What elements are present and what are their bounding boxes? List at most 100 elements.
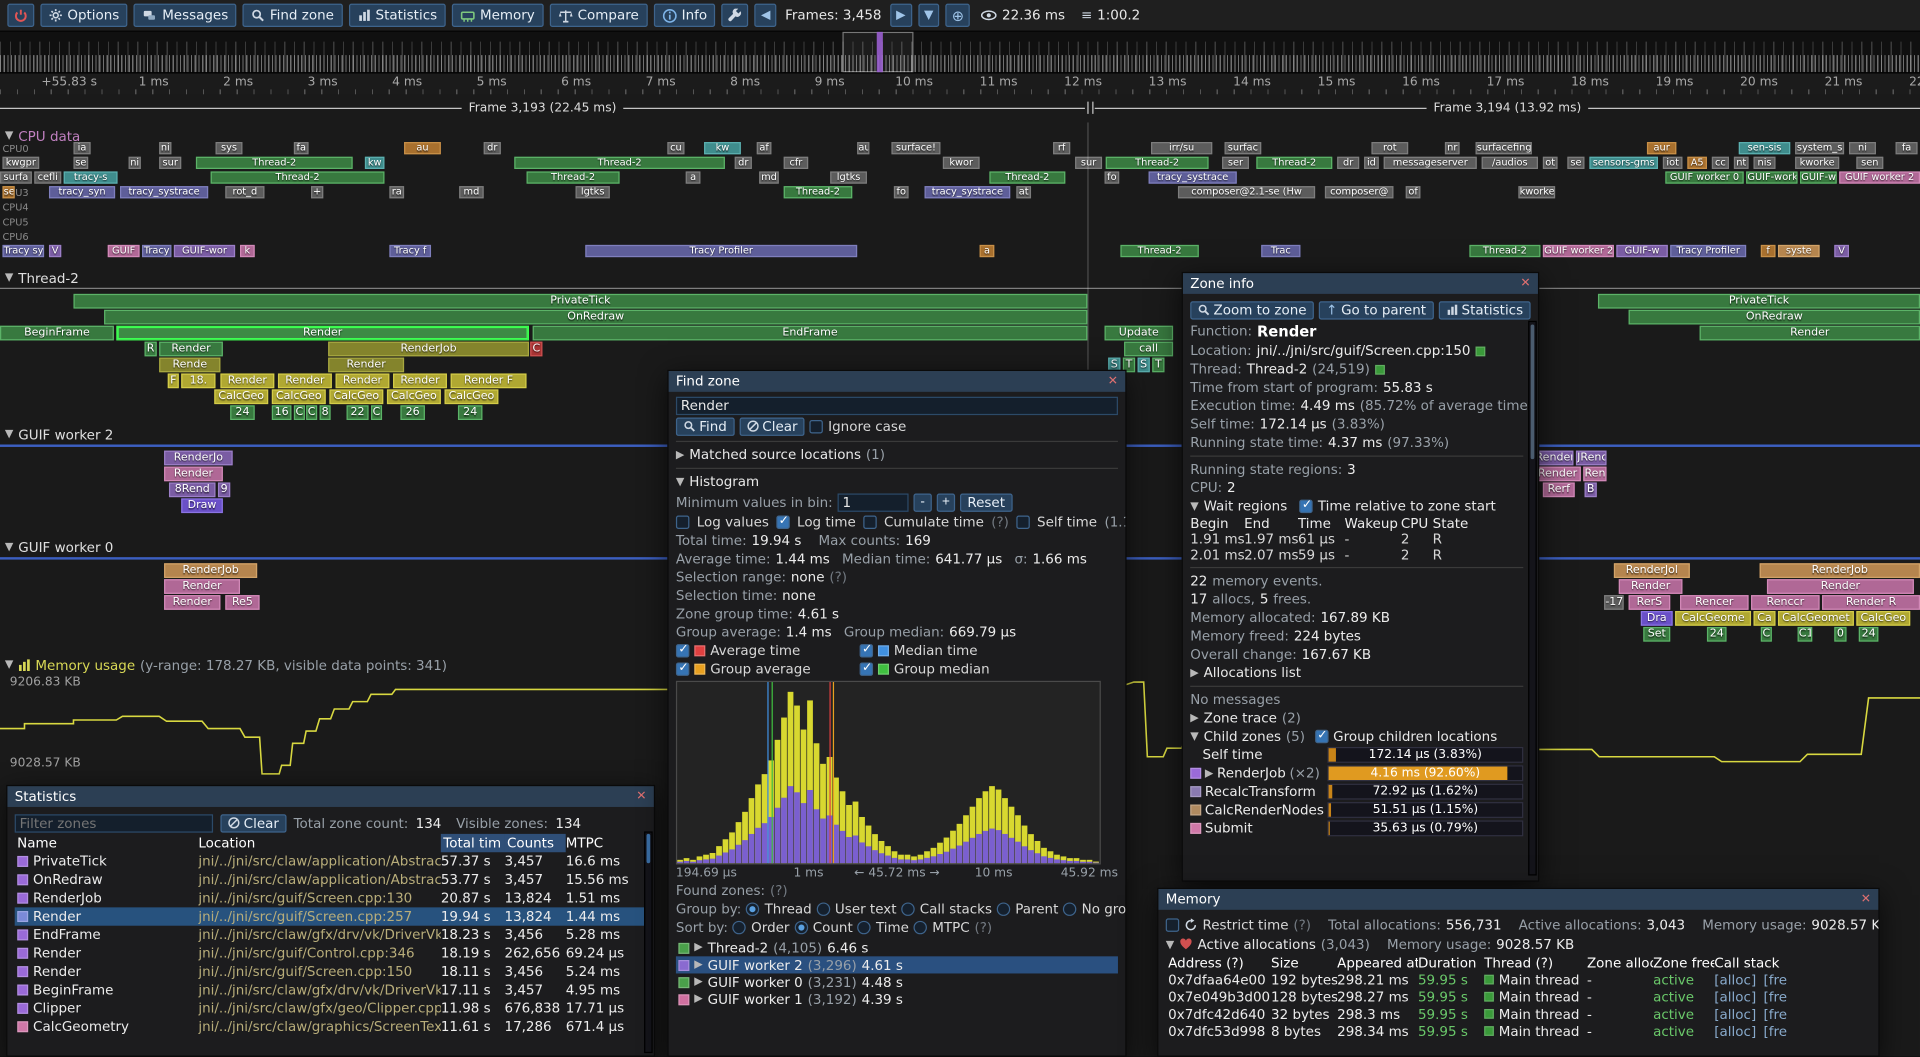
timeline-zone[interactable]: 8 — [320, 405, 331, 420]
timeline-zone[interactable]: GUIF-w — [1616, 245, 1667, 257]
child-zone-row[interactable]: RecalcTransform72.92 µs (1.62%) — [1190, 782, 1523, 800]
timeline-zone[interactable]: lgtks — [576, 186, 610, 198]
timeline-zone[interactable]: tracy_systrace — [1149, 171, 1237, 183]
radio-parent[interactable] — [997, 902, 1010, 915]
timeline-zone[interactable]: Tracy — [142, 245, 171, 257]
frame-label[interactable]: Frame 3,194 (13.92 ms) — [1095, 100, 1920, 115]
timeline-zone[interactable]: irr/su — [1151, 142, 1212, 154]
timeline-zone[interactable]: Re5 — [225, 595, 259, 610]
close-icon[interactable]: ✕ — [1861, 893, 1871, 906]
child-zone-row[interactable]: Submit35.63 µs (0.79%) — [1190, 819, 1523, 837]
timeline-zone[interactable]: B — [1585, 482, 1597, 497]
timeline-zone[interactable]: Thread-2 — [196, 157, 353, 169]
statistics-button[interactable]: Statistics — [349, 4, 446, 27]
statistics-row[interactable]: BeginFramejni/../jni/src/claw/gfx/drv/vk… — [15, 981, 647, 999]
column-header[interactable]: Zone free — [1653, 954, 1714, 970]
timeline-zone[interactable]: Ren — [1583, 467, 1606, 482]
timeline-zone[interactable]: JRend — [1576, 451, 1607, 466]
timeline-zone[interactable]: Render — [336, 373, 390, 388]
legend-checkbox[interactable] — [860, 644, 873, 657]
timeline-zone[interactable]: cu — [667, 142, 684, 154]
clear-filter-button[interactable]: Clear — [220, 814, 286, 832]
timeline-zone[interactable]: sensors-gms — [1589, 157, 1658, 169]
timeline-zone[interactable]: CalcGeo — [214, 389, 268, 404]
timeline-zone[interactable]: Render — [1619, 579, 1683, 594]
frames-band[interactable]: Frame 3,193 (22.45 ms)Frame 3,194 (13.92… — [0, 94, 1920, 121]
thread-section-header[interactable]: ▼Thread-2 — [5, 269, 79, 286]
timeline-zone[interactable]: Render — [1534, 467, 1581, 482]
filter-zones-input[interactable] — [15, 814, 213, 832]
timeline-zone[interactable]: BeginFrame — [0, 326, 114, 341]
timeline-zone[interactable]: 24 — [1707, 627, 1727, 642]
timeline-zone[interactable]: Thread-2 — [1106, 157, 1209, 169]
group-children-checkbox[interactable] — [1315, 730, 1328, 743]
memory-title-bar[interactable]: Memory ✕ — [1158, 889, 1878, 910]
timeline-zone[interactable]: Render R — [1822, 595, 1920, 610]
ignore-case-checkbox[interactable] — [810, 419, 823, 432]
timeline-zone[interactable]: Render — [164, 595, 220, 610]
timeline-zone[interactable]: 24 — [230, 405, 254, 420]
timeline-zone[interactable]: md — [459, 186, 483, 198]
timeline-zone[interactable]: Render — [1700, 326, 1920, 341]
timeline-zone[interactable]: C1 — [1798, 627, 1813, 642]
timeline-zone[interactable]: cc — [1712, 157, 1729, 169]
timeline-zone[interactable]: Render — [393, 373, 447, 388]
goto-frame-button[interactable]: ⊕ — [946, 4, 971, 27]
timeline-zone[interactable]: CalcGeome — [1675, 611, 1751, 626]
timeline-zone[interactable]: Trac — [1261, 245, 1300, 257]
legend-checkbox[interactable] — [676, 644, 689, 657]
statistics-row[interactable]: Renderjni/../jni/src/guif/Screen.cpp:150… — [15, 962, 647, 980]
timeline-zone[interactable]: au — [404, 142, 441, 154]
timeline-zone[interactable]: Thread-2 — [211, 171, 385, 183]
timeline-zone[interactable]: RenderJob — [1760, 563, 1920, 578]
timeline-zone[interactable]: RenderJo — [164, 451, 233, 466]
matched-locations-toggle[interactable]: ▶Matched source locations(1) — [676, 446, 1118, 464]
min-bin-input[interactable] — [838, 493, 909, 511]
memory-usage-section-header[interactable]: ▼ Memory usage (y-range: 178.27 KB, visi… — [5, 656, 447, 673]
column-header[interactable]: Thread (?) — [1484, 954, 1587, 970]
timeline-zone[interactable]: Renccr — [1751, 595, 1820, 610]
timeline-zone[interactable]: 16 — [272, 405, 292, 420]
find-button[interactable]: Find — [676, 417, 734, 435]
timeline-zone[interactable]: GUIF worker 2 — [1543, 245, 1614, 257]
zoom-to-zone-button[interactable]: Zoom to zone — [1190, 301, 1314, 319]
child-zone-row[interactable]: ▶RenderJob(×2)4.16 ms (92.60%) — [1190, 764, 1523, 782]
timeline-zone[interactable]: Render — [1767, 579, 1914, 594]
statistics-row[interactable]: RenderJobjni/../jni/src/guif/Screen.cpp:… — [15, 889, 647, 907]
timeline-zone[interactable]: Update — [1104, 326, 1173, 341]
timeline-zone[interactable]: tracy-s — [64, 171, 118, 183]
timeline-zone[interactable]: Tracy sy — [2, 245, 44, 257]
timeline-zone[interactable]: ni — [129, 157, 141, 169]
column-header[interactable]: Duration — [1418, 954, 1484, 970]
timeline-zone[interactable]: Render — [159, 342, 223, 357]
child-zone-row[interactable]: CalcRenderNodes51.51 µs (1.15%) — [1190, 801, 1523, 819]
found-zone-group[interactable]: ▶Thread-2(4,105)6.46 s — [676, 939, 1118, 956]
timeline-zone[interactable]: RenderJol — [1614, 563, 1690, 578]
timeline-zone[interactable]: dr — [484, 142, 501, 154]
allocation-row[interactable]: 0x7e049b3d00128 bytes298.27 ms59.95 sMai… — [1166, 988, 1871, 1005]
timeline-zone[interactable]: CalcGeo — [329, 389, 383, 404]
timeline-zone[interactable]: rf — [1053, 142, 1070, 154]
option-checkbox[interactable] — [676, 516, 689, 529]
timeline-zone[interactable]: cfr — [784, 157, 808, 169]
close-icon[interactable]: ✕ — [636, 790, 646, 803]
timeline-zone[interactable]: + — [311, 186, 323, 198]
memory-button[interactable]: Memory — [452, 4, 544, 27]
timeline-zone[interactable]: tracy_syn — [49, 186, 115, 198]
statistics-button[interactable]: Statistics — [1438, 301, 1530, 319]
found-zone-group[interactable]: ▶GUIF worker 1(3,192)4.39 s — [676, 991, 1118, 1008]
timeline-zone[interactable]: Thread-2 — [527, 171, 620, 183]
timeline-zone[interactable]: C — [294, 405, 305, 420]
timeline-zone[interactable]: C — [306, 405, 317, 420]
timeline-zone[interactable]: composer@ — [1325, 186, 1394, 198]
timeline-zone[interactable]: sur — [159, 157, 181, 169]
timeline-zone[interactable]: Thread-2 — [784, 186, 853, 198]
frame-set-dropdown-button[interactable]: ▼ — [918, 4, 940, 27]
timeline-zone[interactable]: 18. — [181, 373, 215, 388]
timeline-zone[interactable]: surface! — [891, 142, 940, 154]
child-zones-toggle[interactable]: ▼Child zones(5) Group children locations — [1190, 727, 1523, 745]
timeline-zone[interactable]: rot — [1371, 142, 1408, 154]
zone-location[interactable]: jni/../jni/src/guif/Screen.cpp:150 — [1257, 343, 1471, 359]
timeline-zone[interactable]: 24 — [1859, 627, 1879, 642]
timeline-zone[interactable]: Rerf — [1543, 482, 1575, 497]
